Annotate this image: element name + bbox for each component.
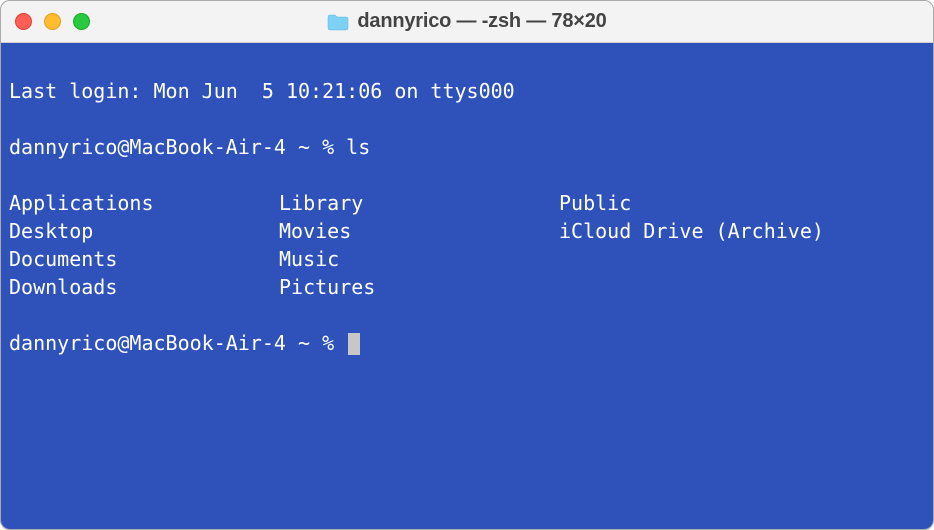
ls-item: Documents [9, 245, 279, 273]
minimize-button[interactable] [44, 13, 61, 30]
command-ls: ls [346, 135, 370, 159]
ls-output: ApplicationsLibraryPublic DesktopMoviesi… [9, 189, 925, 301]
window-title: dannyrico — -zsh — 78×20 [357, 10, 606, 33]
prompt-line-2[interactable]: dannyrico@MacBook-Air-4 ~ % [9, 329, 925, 357]
prompt-line-1: dannyrico@MacBook-Air-4 ~ % ls [9, 133, 925, 161]
ls-item: Downloads [9, 273, 279, 301]
ls-item: Library [279, 189, 559, 217]
ls-item: iCloud Drive (Archive) [559, 217, 925, 245]
last-login-line: Last login: Mon Jun 5 10:21:06 on ttys00… [9, 77, 925, 105]
close-button[interactable] [15, 13, 32, 30]
ls-item: Music [279, 245, 559, 273]
traffic-lights [15, 13, 90, 30]
folder-icon [327, 13, 349, 31]
terminal-window: dannyrico — -zsh — 78×20 Last login: Mon… [0, 0, 934, 530]
prompt-text: dannyrico@MacBook-Air-4 ~ % [9, 135, 346, 159]
ls-item: Movies [279, 217, 559, 245]
titlebar[interactable]: dannyrico — -zsh — 78×20 [1, 1, 933, 43]
ls-item: Applications [9, 189, 279, 217]
maximize-button[interactable] [73, 13, 90, 30]
cursor [348, 333, 360, 355]
ls-item: Pictures [279, 273, 559, 301]
ls-item: Public [559, 189, 925, 217]
ls-item [559, 245, 925, 273]
ls-item: Desktop [9, 217, 279, 245]
title-center: dannyrico — -zsh — 78×20 [1, 10, 933, 33]
terminal-viewport[interactable]: Last login: Mon Jun 5 10:21:06 on ttys00… [1, 43, 933, 529]
ls-item [559, 273, 925, 301]
prompt-text: dannyrico@MacBook-Air-4 ~ % [9, 331, 346, 355]
